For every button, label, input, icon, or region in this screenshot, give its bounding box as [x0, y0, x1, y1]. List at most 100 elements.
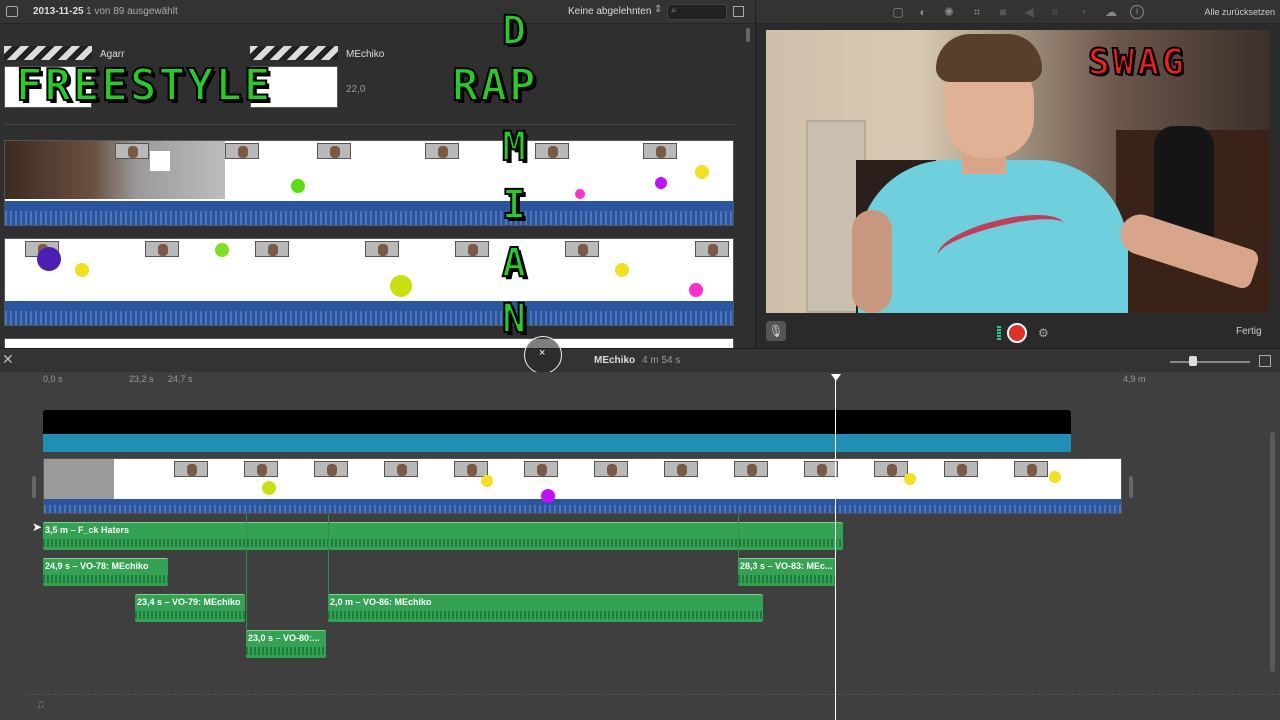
equalizer-icon[interactable]: ≡: [1048, 5, 1062, 19]
ruler-label: 23,2 s: [129, 374, 154, 384]
filmstrip-clip[interactable]: [4, 238, 734, 326]
filter-chevron-icon: ⇕: [654, 4, 663, 15]
timeline-header: ✕ MEchiko 4 m 54 s: [0, 348, 1280, 372]
selection-status: 1 von 89 ausgewählt: [86, 6, 178, 17]
person-arm-left: [852, 210, 892, 313]
filmstrip-clip[interactable]: [4, 140, 734, 226]
audio-waveform: [44, 499, 1121, 513]
filter-icon[interactable]: ☁: [1104, 5, 1118, 19]
clapper-icon: [250, 46, 338, 60]
close-icon[interactable]: ✕: [2, 351, 14, 368]
done-button[interactable]: Fertig: [1236, 326, 1262, 337]
primary-video-clip[interactable]: [43, 458, 1122, 514]
filter-dropdown[interactable]: Keine abgelehnten: [568, 6, 651, 17]
zoom-slider-knob[interactable]: [1189, 356, 1197, 366]
clapper-icon: [4, 46, 92, 60]
zoom-slider[interactable]: [1170, 361, 1250, 363]
video-preview: SWAG: [766, 30, 1270, 313]
game-blob: [904, 473, 916, 485]
camera-icon[interactable]: ■: [996, 5, 1010, 19]
music-icon: ♫: [36, 697, 45, 711]
timeline[interactable]: 0,0 s 23,2 s 24,7 s 4,9 m 3,5 m – F_ck H…: [0, 372, 1280, 720]
ruler-label: 24,7 s: [168, 374, 193, 384]
crop-frame-icon[interactable]: ▢: [891, 5, 905, 19]
overlay-letter: A: [501, 239, 529, 287]
timeline-settings-icon[interactable]: [1259, 355, 1271, 367]
clip-label: 24,9 s – VO-78: MEchiko: [45, 561, 149, 571]
game-blob: [655, 177, 667, 189]
title-clip[interactable]: [43, 410, 1071, 434]
input-level-meter: [997, 326, 1001, 340]
grid-icon[interactable]: [733, 6, 744, 17]
frame-thumbnail: [874, 461, 908, 477]
overlay-letter: I: [501, 181, 529, 229]
frame-thumbnail: [317, 143, 351, 159]
color-palette-icon[interactable]: ✺: [942, 5, 956, 19]
frame-thumbnail: [1014, 461, 1048, 477]
volume-icon[interactable]: ◀: [1022, 5, 1036, 19]
frame-thumbnail: [695, 241, 729, 257]
music-well[interactable]: ♫: [28, 694, 1280, 714]
filmstrip-clip[interactable]: [4, 338, 734, 348]
frame-thumbnail: [384, 461, 418, 477]
track-end-marker: [32, 476, 36, 498]
clip-thumbnail: [44, 459, 114, 499]
frame-thumbnail: [455, 241, 489, 257]
frame-thumbnail: [115, 143, 149, 159]
clip-title-agarr: Agarr: [100, 49, 125, 60]
track-end-marker: [1129, 476, 1133, 498]
microphone-icon[interactable]: 🎙: [766, 321, 786, 341]
clip-label: 2,0 m – VO-86: MEchiko: [330, 597, 432, 607]
color-balance-icon[interactable]: ◐: [916, 5, 930, 19]
viewer-panel: ▢ ◐ ✺ ⌗ ■ ◀ ≡ ◔ ☁ i Alle zurücksetzen SW…: [755, 0, 1280, 348]
game-blob: [262, 481, 276, 495]
game-blob: [695, 165, 709, 179]
reset-all-button[interactable]: Alle zurücksetzen: [1204, 7, 1275, 17]
frame-thumbnail: [535, 143, 569, 159]
sidebar-toggle-icon[interactable]: [6, 6, 18, 17]
info-icon[interactable]: i: [1130, 5, 1144, 19]
speed-icon[interactable]: ◔: [1076, 5, 1090, 19]
audio-clip-vo-79[interactable]: 23,4 s – VO-79: MEchiko: [135, 594, 245, 622]
frame-thumbnail: [255, 241, 289, 257]
audio-clip-music[interactable]: 3,5 m – F_ck Haters: [43, 522, 843, 550]
game-blob: [75, 263, 89, 277]
clip-connector: [328, 514, 329, 594]
frame-thumbnail: [643, 143, 677, 159]
clip-label: 23,0 s – VO-80:...: [248, 633, 320, 643]
frame-thumbnail: [425, 143, 459, 159]
overlay-freestyle: FREESTYLE: [15, 59, 273, 112]
audio-clip-vo-78[interactable]: 24,9 s – VO-78: MEchiko: [43, 558, 168, 586]
pointer-cursor-icon: ➤: [32, 520, 43, 534]
record-button[interactable]: [1007, 323, 1027, 343]
scrollbar[interactable]: [746, 28, 750, 42]
clip-duration: 22,0: [346, 84, 366, 95]
audio-clip-vo-83[interactable]: 28,3 s – VO-83: MEc...: [738, 558, 836, 586]
audio-clip-vo-80[interactable]: 23,0 s – VO-80:...: [246, 630, 326, 658]
frame-thumbnail: [804, 461, 838, 477]
skimmer-handle[interactable]: ×: [524, 336, 562, 374]
crop-icon[interactable]: ⌗: [970, 5, 984, 19]
search-icon: ⌕: [671, 5, 677, 16]
browser-date: 2013-11-25: [33, 6, 84, 17]
title-clip-bar[interactable]: [43, 434, 1071, 452]
audio-waveform: [5, 201, 733, 225]
frame-thumbnail: [244, 461, 278, 477]
search-input[interactable]: ⌕: [667, 4, 727, 20]
playhead[interactable]: [835, 378, 836, 720]
game-blob: [1049, 471, 1061, 483]
vertical-scrollbar[interactable]: [1270, 432, 1275, 672]
overlay-rap: RAP: [451, 59, 538, 112]
playhead-marker[interactable]: [831, 374, 841, 381]
person-hair: [936, 34, 1042, 82]
audio-clip-vo-86[interactable]: 2,0 m – VO-86: MEchiko: [328, 594, 763, 622]
divider: [4, 124, 734, 125]
project-duration: 4 m 54 s: [642, 355, 681, 366]
clip-label: 23,4 s – VO-79: MEchiko: [137, 597, 241, 607]
frame-thumbnail: [734, 461, 768, 477]
overlay-letter: M: [501, 123, 529, 171]
frame-thumbnail: [225, 143, 259, 159]
frame-thumbnail: [145, 241, 179, 257]
clip-connector: [738, 514, 739, 558]
settings-icon[interactable]: ⚙: [1038, 326, 1049, 340]
